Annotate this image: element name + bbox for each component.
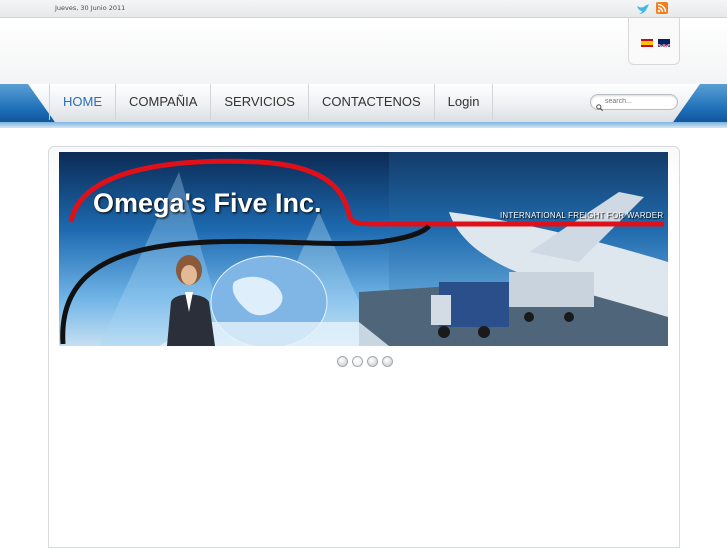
slider-dot[interactable] — [367, 356, 378, 367]
slider-pagination — [337, 356, 393, 367]
search-input[interactable] — [605, 96, 671, 107]
banner-title: Omega's Five Inc. — [93, 188, 322, 218]
search-icon — [596, 98, 604, 112]
current-date: Jueves, 30 Junio 2011 — [55, 4, 126, 12]
nav-item-servicios[interactable]: SERVICIOS — [211, 84, 309, 120]
nav-band-shadow — [0, 122, 727, 128]
rss-icon[interactable] — [656, 2, 668, 14]
nav-item-home[interactable]: HOME — [49, 84, 116, 120]
banner-image — [59, 152, 668, 346]
banner-subtitle: INTERNATIONAL FREIGHT FOR WARDER — [500, 211, 664, 220]
flag-spain-icon[interactable] — [641, 39, 653, 47]
slider-dot[interactable] — [337, 356, 348, 367]
nav-item-contactenos[interactable]: CONTACTENOS — [309, 84, 435, 120]
header — [0, 18, 727, 84]
main-nav: HOME COMPAÑIA SERVICIOS CONTACTENOS Logi… — [49, 84, 494, 120]
nav-item-compania[interactable]: COMPAÑIA — [116, 84, 212, 120]
slider-dot-active[interactable] — [352, 356, 363, 367]
slider-dot[interactable] — [382, 356, 393, 367]
top-bar: Jueves, 30 Junio 2011 — [0, 0, 727, 18]
flag-uk-icon[interactable] — [658, 39, 670, 47]
language-selector — [628, 18, 680, 65]
twitter-icon[interactable] — [636, 2, 650, 14]
search-box[interactable] — [590, 94, 678, 112]
nav-item-login[interactable]: Login — [435, 84, 494, 120]
